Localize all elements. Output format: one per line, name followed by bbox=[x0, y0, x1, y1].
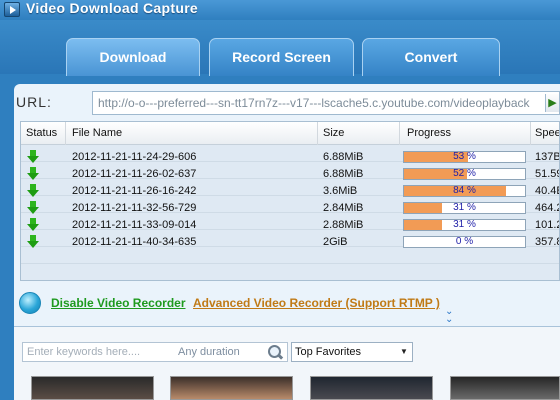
table-row[interactable]: 2012-11-21-11-26-02-637 6.88MiB 52 % 51.59 bbox=[21, 166, 560, 183]
column-separator bbox=[399, 122, 400, 145]
column-file-name[interactable]: File Name bbox=[72, 127, 122, 139]
progress-bar: 31 % bbox=[403, 219, 526, 231]
url-value: http://o-o---preferred---sn-tt17rn7z---v… bbox=[98, 96, 530, 110]
progress-bar: 0 % bbox=[403, 236, 526, 248]
category-select[interactable]: Top Favorites ▼ bbox=[291, 342, 413, 362]
download-arrow-icon bbox=[27, 167, 39, 181]
progress-bar: 31 % bbox=[403, 202, 526, 214]
speed-cell: 101.2 bbox=[535, 219, 560, 231]
download-table: Status File Name Size Progress Speed 201… bbox=[20, 121, 560, 281]
progress-bar: 52 % bbox=[403, 168, 526, 180]
size-cell: 3.6MiB bbox=[323, 185, 358, 197]
column-separator bbox=[317, 122, 318, 145]
recorder-icon bbox=[19, 292, 41, 314]
video-thumbnail[interactable] bbox=[31, 376, 154, 400]
file-name-cell: 2012-11-21-11-26-02-637 bbox=[72, 168, 197, 180]
video-thumbnail[interactable] bbox=[310, 376, 433, 400]
url-label: URL: bbox=[16, 94, 52, 110]
download-arrow-icon bbox=[27, 184, 39, 198]
table-row[interactable]: 2012-11-21-11-32-56-729 2.84MiB 31 % 464.2 bbox=[21, 200, 560, 217]
size-cell: 2.84MiB bbox=[323, 202, 364, 214]
double-chevron-down-icon[interactable]: ⌄ ⌄ bbox=[445, 307, 453, 325]
file-name-cell: 2012-11-21-11-24-29-606 bbox=[72, 151, 197, 163]
download-arrow-icon bbox=[27, 218, 39, 232]
video-thumbnail[interactable] bbox=[170, 376, 293, 400]
category-value: Top Favorites bbox=[295, 346, 362, 358]
video-thumbnail[interactable] bbox=[450, 376, 560, 400]
file-name-cell: 2012-11-21-11-26-16-242 bbox=[72, 185, 197, 197]
table-row[interactable]: 2012-11-21-11-40-34-635 2GiB 0 % 357.8 bbox=[21, 234, 560, 251]
tab-download[interactable]: Download bbox=[66, 38, 200, 76]
table-header: Status File Name Size Progress Speed bbox=[21, 122, 559, 145]
progress-percent: 53 % bbox=[453, 151, 476, 162]
table-row[interactable]: 2012-11-21-11-26-16-242 3.6MiB 84 % 40.4E bbox=[21, 183, 559, 200]
search-input[interactable]: Enter keywords here.... Any duration bbox=[22, 342, 288, 362]
disable-video-recorder-link[interactable]: Disable Video Recorder bbox=[51, 296, 186, 310]
column-status[interactable]: Status bbox=[26, 127, 57, 139]
tab-record-screen[interactable]: Record Screen bbox=[209, 38, 354, 76]
download-arrow-icon bbox=[27, 150, 39, 164]
column-size[interactable]: Size bbox=[323, 127, 344, 139]
arrow-icon[interactable]: ▶ bbox=[545, 94, 559, 112]
table-row[interactable]: 2012-11-21-11-24-29-606 6.88MiB 53 % 137B/ bbox=[21, 149, 560, 166]
column-progress[interactable]: Progress bbox=[407, 127, 451, 139]
speed-cell: 51.59 bbox=[535, 168, 560, 180]
column-separator bbox=[530, 122, 531, 145]
advanced-video-recorder-link[interactable]: Advanced Video Recorder (Support RTMP ) bbox=[193, 296, 440, 310]
duration-filter[interactable]: Any duration bbox=[178, 346, 240, 358]
url-input[interactable]: http://o-o---preferred---sn-tt17rn7z---v… bbox=[92, 91, 560, 115]
tab-strip: Download Record Screen Convert bbox=[0, 20, 560, 76]
file-name-cell: 2012-11-21-11-33-09-014 bbox=[72, 219, 197, 231]
search-icon[interactable] bbox=[267, 344, 283, 360]
column-separator bbox=[65, 122, 66, 145]
download-arrow-icon bbox=[27, 235, 39, 249]
progress-bar: 84 % bbox=[403, 185, 526, 197]
speed-cell: 464.2 bbox=[535, 202, 560, 214]
progress-percent: 0 % bbox=[455, 236, 474, 247]
tab-convert[interactable]: Convert bbox=[362, 38, 500, 76]
speed-cell: 137B/ bbox=[535, 151, 560, 163]
download-arrow-icon bbox=[27, 201, 39, 215]
progress-percent: 52 % bbox=[453, 168, 476, 179]
speed-cell: 357.8 bbox=[535, 236, 560, 248]
size-cell: 2GiB bbox=[323, 236, 348, 248]
search-placeholder: Enter keywords here.... bbox=[27, 346, 141, 358]
column-speed[interactable]: Speed bbox=[535, 127, 559, 139]
size-cell: 6.88MiB bbox=[323, 168, 364, 180]
size-cell: 2.88MiB bbox=[323, 219, 364, 231]
progress-percent: 84 % bbox=[453, 185, 476, 196]
progress-percent: 31 % bbox=[453, 202, 476, 213]
speed-cell: 40.4E bbox=[535, 185, 559, 197]
file-name-cell: 2012-11-21-11-32-56-729 bbox=[72, 202, 197, 214]
title-bar: Video Download Capture bbox=[0, 0, 560, 20]
app-title: Video Download Capture bbox=[26, 0, 199, 16]
progress-bar: 53 % bbox=[403, 151, 526, 163]
progress-percent: 31 % bbox=[453, 219, 476, 230]
table-row[interactable]: 2012-11-21-11-33-09-014 2.88MiB 31 % 101.2 bbox=[21, 217, 560, 234]
app-icon bbox=[4, 2, 20, 17]
size-cell: 6.88MiB bbox=[323, 151, 364, 163]
chevron-down-icon[interactable]: ▼ bbox=[396, 343, 412, 361]
file-name-cell: 2012-11-21-11-40-34-635 bbox=[72, 236, 197, 248]
